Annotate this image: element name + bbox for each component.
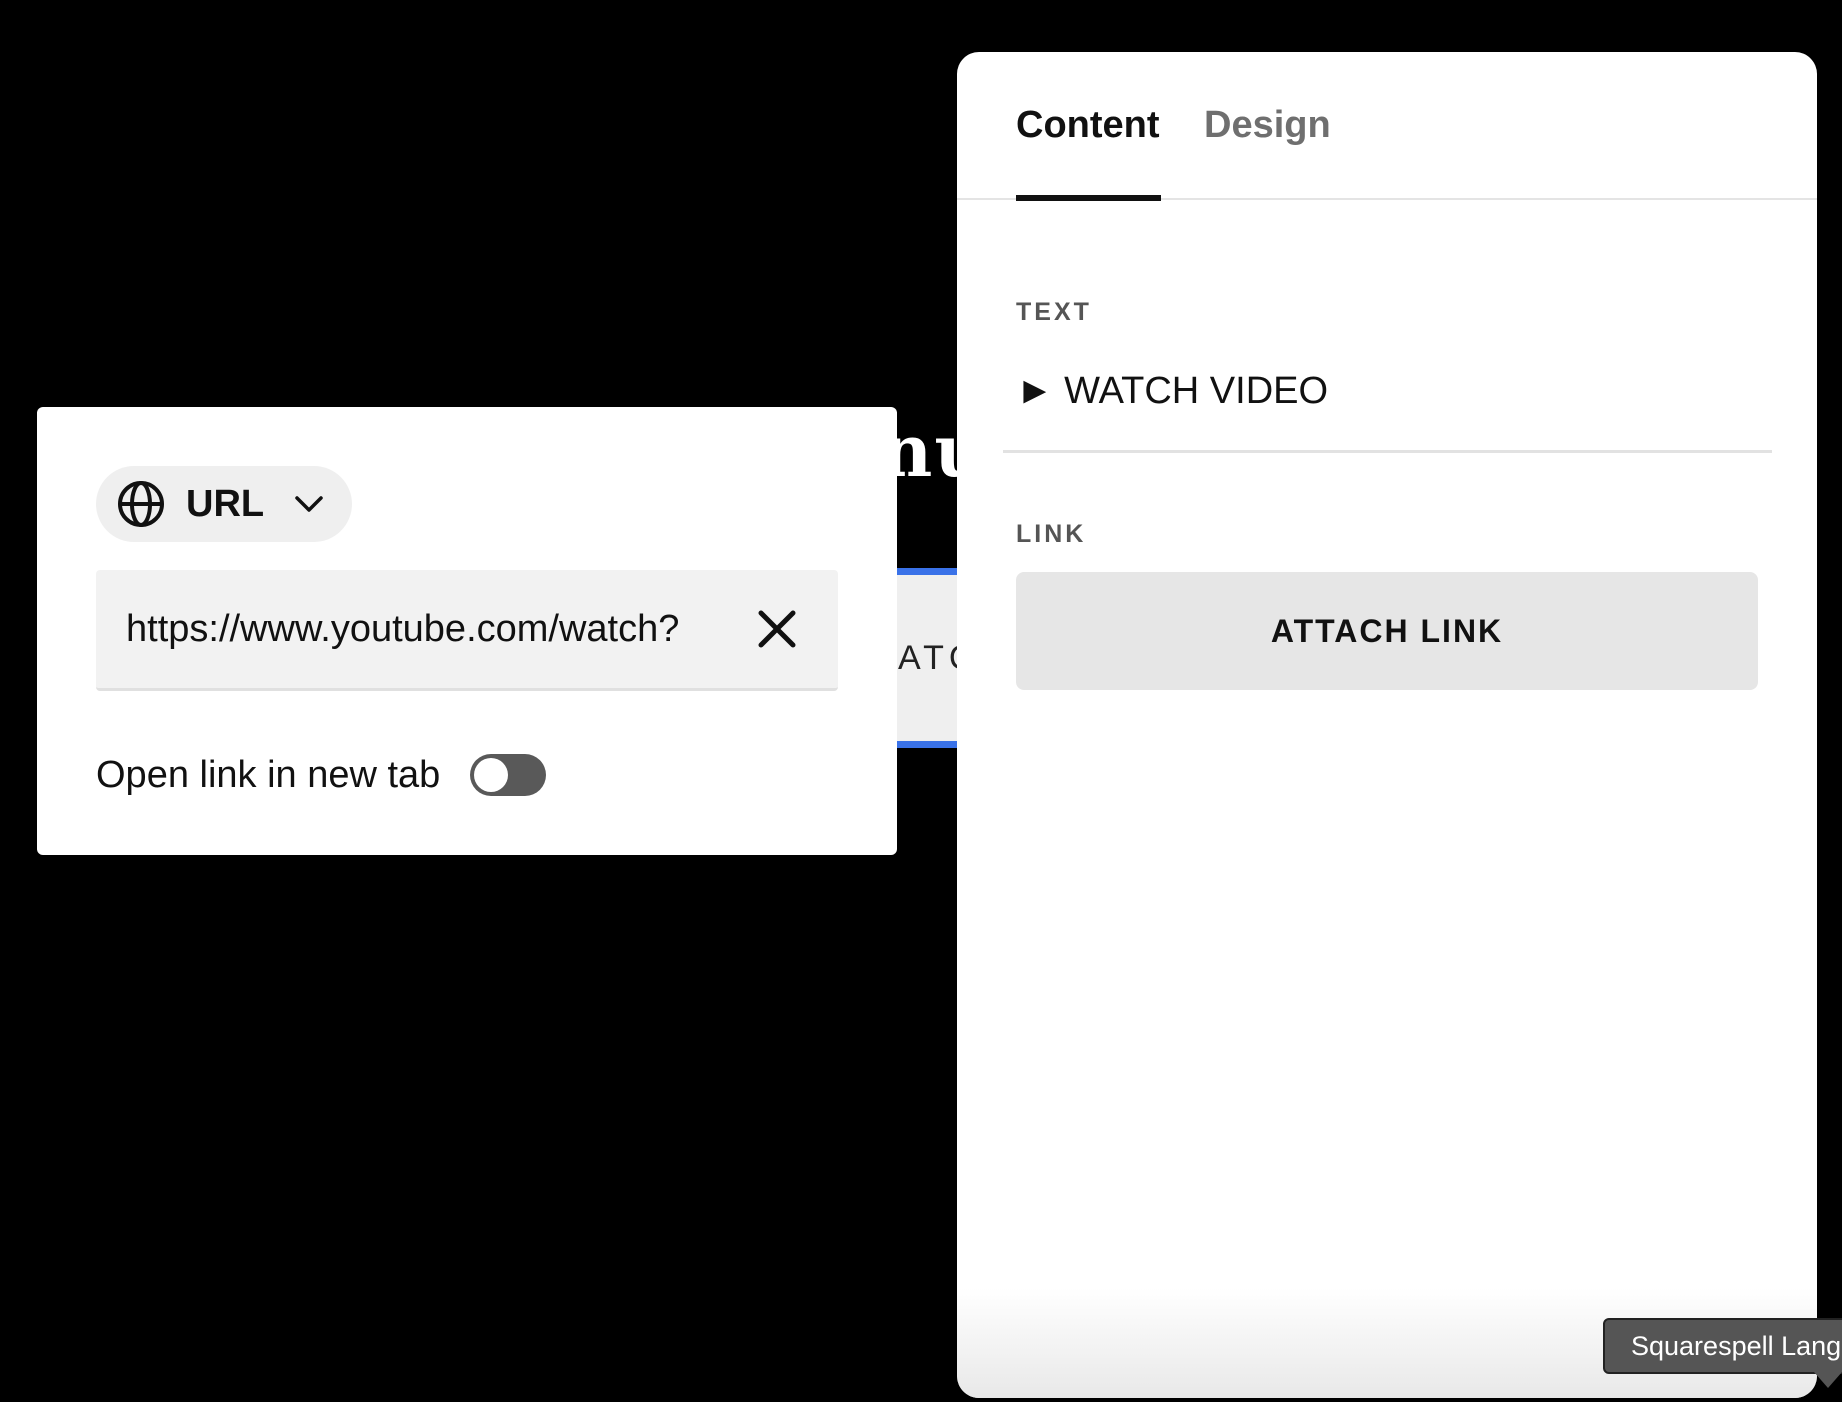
open-in-new-tab-toggle[interactable]: [470, 754, 547, 796]
active-tab-indicator: [1016, 195, 1161, 201]
button-text-field[interactable]: ► WATCH VIDEO: [1016, 370, 1328, 413]
panel-tabs: Content Design: [957, 52, 1817, 201]
spellcheck-tooltip: Squarespell Lang: [1603, 1318, 1842, 1374]
url-input[interactable]: [126, 570, 726, 688]
button-editor-panel: Content Design TEXT ► WATCH VIDEO LINK A…: [957, 52, 1817, 1398]
text-field-divider: [1003, 450, 1772, 453]
globe-icon: [118, 481, 164, 527]
url-field: [96, 570, 838, 691]
tooltip-arrow: [1814, 1372, 1842, 1388]
chevron-down-icon: [295, 496, 323, 512]
link-type-label: URL: [186, 482, 265, 525]
tab-content[interactable]: Content: [1016, 104, 1160, 147]
link-type-dropdown[interactable]: URL: [96, 466, 352, 542]
attach-link-button[interactable]: ATTACH LINK: [1016, 572, 1758, 690]
text-section-label: TEXT: [1016, 298, 1092, 326]
toggle-knob: [474, 758, 509, 792]
open-in-new-tab-label: Open link in new tab: [96, 753, 441, 796]
link-section-label: LINK: [1016, 520, 1087, 548]
close-icon[interactable]: [756, 608, 798, 650]
open-in-new-tab-row: Open link in new tab: [96, 745, 547, 805]
tab-design[interactable]: Design: [1204, 104, 1331, 147]
link-popup: URL Open link in new tab: [37, 407, 897, 855]
